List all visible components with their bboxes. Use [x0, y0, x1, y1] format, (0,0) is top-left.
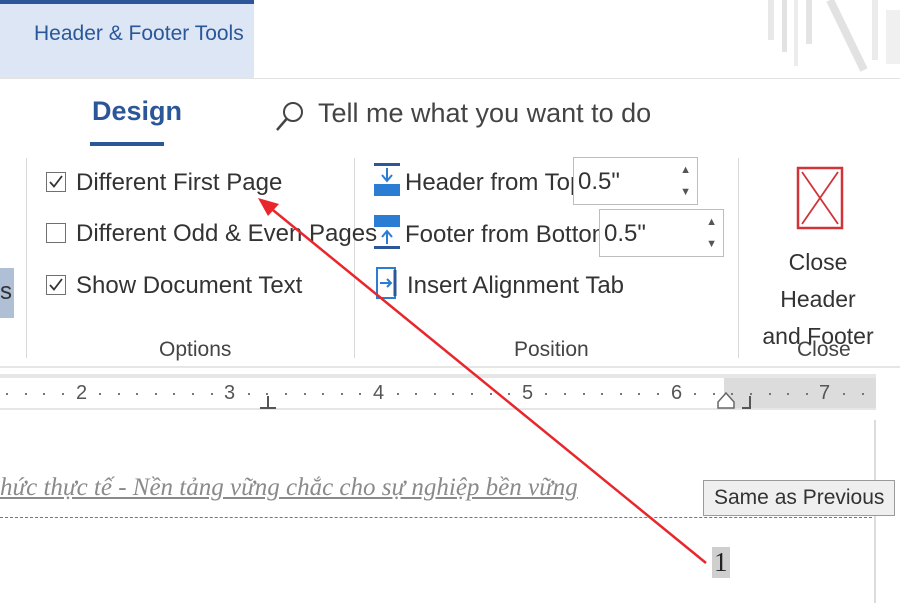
ruler-tick [62, 393, 64, 395]
same-as-previous-tag: Same as Previous [703, 480, 896, 516]
label-different-first-page[interactable]: Different First Page [76, 169, 282, 197]
right-tab-stop-icon[interactable] [740, 394, 756, 412]
tab-design[interactable]: Design [92, 96, 182, 127]
group-separator [738, 158, 739, 358]
ruler-tick [545, 393, 547, 395]
ruler-tick [564, 393, 566, 395]
ruler-tick [285, 393, 287, 395]
ruler-tick [118, 393, 120, 395]
ruler-tick [862, 393, 864, 395]
ruler-tick [769, 393, 771, 395]
ruler-tick [508, 393, 510, 395]
spin-up-icon[interactable]: ▲ [706, 216, 717, 228]
tell-me-search-input[interactable]: Tell me what you want to do [318, 98, 651, 129]
close-icon[interactable] [796, 166, 844, 230]
ruler-tick [657, 393, 659, 395]
spin-down-icon[interactable]: ▼ [680, 186, 691, 198]
ruler-tick [136, 393, 138, 395]
checkbox-different-first-page[interactable] [46, 172, 66, 192]
context-tab-label: Header & Footer Tools [34, 22, 244, 45]
footer-from-bottom-stepper[interactable]: 0.5" ▲ ▼ [599, 209, 724, 257]
header-from-top-icon [374, 163, 400, 196]
group-separator [354, 158, 355, 358]
ruler-tick [341, 393, 343, 395]
ruler-tick [490, 393, 492, 395]
ruler-tick [25, 393, 27, 395]
close-button-line1: Close Header [780, 249, 856, 312]
footer-from-bottom-icon [374, 215, 400, 249]
indent-marker-icon[interactable] [714, 390, 738, 412]
ruler-tick [43, 393, 45, 395]
previous-group-label-fragment: s [0, 278, 12, 305]
ruler-tick [192, 393, 194, 395]
page-number-field[interactable]: 1 [712, 547, 730, 578]
alignment-tab-icon[interactable] [375, 266, 403, 302]
label-different-odd-even-pages[interactable]: Different Odd & Even Pages [76, 220, 377, 248]
search-icon[interactable] [274, 100, 306, 134]
ruler-tick [843, 393, 845, 395]
ruler-tick [787, 393, 789, 395]
checkbox-different-odd-even-pages[interactable] [46, 223, 66, 243]
ruler-tick [304, 393, 306, 395]
ruler-tick [452, 393, 454, 395]
ruler-number: 5 [522, 382, 534, 404]
ruler-number: 7 [819, 382, 831, 404]
ruler-number: 6 [671, 382, 683, 404]
label-show-document-text[interactable]: Show Document Text [76, 272, 302, 300]
ruler-tick [434, 393, 436, 395]
label-header-from-top: Header from Top: [405, 169, 590, 196]
ruler-tick [211, 393, 213, 395]
window-decoration-icon [768, 0, 900, 72]
spin-down-icon[interactable]: ▼ [706, 238, 717, 250]
header-from-top-value[interactable]: 0.5" [578, 168, 620, 196]
footer-from-bottom-value[interactable]: 0.5" [604, 220, 646, 248]
ruler-tick [694, 393, 696, 395]
group-label-close: Close [797, 338, 851, 361]
ruler-number: 4 [373, 382, 385, 404]
header-boundary-line [0, 517, 872, 518]
header-from-top-stepper[interactable]: 0.5" ▲ ▼ [573, 157, 698, 205]
ruler-tick [620, 393, 622, 395]
label-footer-from-bottom: Footer from Bottom: [405, 221, 619, 248]
ruler-tick [415, 393, 417, 395]
ruler-number: 2 [76, 382, 88, 404]
checkbox-show-document-text[interactable] [46, 275, 66, 295]
group-label-options: Options [159, 338, 232, 361]
active-tab-indicator [90, 142, 164, 146]
ruler-tick [359, 393, 361, 395]
ruler-tick [99, 393, 101, 395]
insert-alignment-tab-button[interactable]: Insert Alignment Tab [407, 272, 624, 300]
header-text[interactable]: hức thực tế - Nền tảng vững chắc cho sự … [0, 474, 578, 502]
group-label-position: Position [514, 338, 589, 361]
ruler-text-area [0, 378, 724, 408]
ruler-tick [397, 393, 399, 395]
ruler-tick [322, 393, 324, 395]
group-separator [26, 158, 27, 358]
ruler-tick [638, 393, 640, 395]
ribbon-divider [0, 366, 900, 368]
spin-up-icon[interactable]: ▲ [680, 164, 691, 176]
ruler-tick [583, 393, 585, 395]
ruler-tick [6, 393, 8, 395]
ruler-tick [471, 393, 473, 395]
ruler-tick [248, 393, 250, 395]
ruler-tick [806, 393, 808, 395]
ruler-tick [155, 393, 157, 395]
ruler-tick [173, 393, 175, 395]
ruler-tick [601, 393, 603, 395]
center-tab-stop-icon[interactable] [258, 394, 278, 412]
ruler-number: 3 [224, 382, 236, 404]
